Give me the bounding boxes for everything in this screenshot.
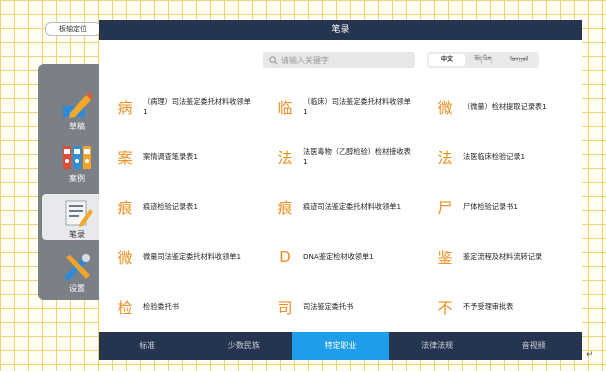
record-label: 不予受理审批表: [463, 302, 514, 311]
record-label: （微量）检材提取记录表1: [463, 102, 547, 111]
record-label: DNA鉴定检材收领单1: [303, 252, 374, 261]
record-glyph: 痕: [277, 198, 293, 217]
binders-icon: [63, 146, 91, 169]
record-item[interactable]: 法 法医毒物（乙醇检验）检材接收表1: [259, 132, 419, 182]
record-label: 法医临床检验记录1: [463, 152, 526, 161]
notes-icon: [65, 200, 93, 227]
record-label: 尸体检验记录书1: [463, 202, 518, 211]
record-item[interactable]: 痕 痕迹司法鉴定委托材料收领单1: [259, 182, 419, 232]
page-title: 笔录: [99, 20, 582, 40]
sidebar-item-label: 设置: [69, 284, 85, 293]
record-label: 案情调查笔录表1: [143, 152, 198, 161]
record-glyph: D: [279, 248, 291, 266]
record-glyph: 法: [437, 148, 453, 167]
bottom-tab-bar: 标准 少数民族 特定职业 法律法规 音视频: [99, 332, 582, 360]
record-label: 微量司法鉴定委托材料收领单1: [143, 252, 242, 261]
pencil-icon: [63, 92, 93, 118]
search-box[interactable]: [263, 52, 415, 68]
sidebar-item-label: 案例: [69, 174, 85, 183]
lang-mongolian[interactable]: ᠮᠣᠩᠭᠣᠯ: [501, 54, 537, 66]
record-glyph: 微: [437, 98, 453, 117]
record-glyph: 尸: [437, 198, 453, 217]
record-glyph: 临: [277, 98, 293, 117]
tab-laws-regulations[interactable]: 法律法规: [389, 332, 486, 360]
search-icon: [269, 55, 278, 64]
record-glyph: 法: [277, 148, 293, 167]
record-label: （临床）司法鉴定委托材料收领单1: [303, 97, 411, 116]
language-switch[interactable]: 中文 བོད་ཡིག ᠮᠣᠩᠭᠣᠯ: [427, 52, 539, 68]
tab-audio-video[interactable]: 音视频: [485, 332, 582, 360]
record-item[interactable]: 不 不予受理审批表: [419, 282, 579, 332]
tab-standard[interactable]: 标准: [99, 332, 196, 360]
record-glyph: 不: [437, 298, 453, 317]
record-glyph: 检: [117, 298, 133, 317]
record-glyph: 司: [277, 298, 293, 317]
top-left-button[interactable]: 板轴定位: [45, 22, 101, 36]
record-item[interactable]: D DNA鉴定检材收领单1: [259, 232, 419, 282]
record-item[interactable]: 病 （病理）司法鉴定委托材料收领单1: [99, 82, 259, 132]
record-glyph: 鉴: [437, 248, 453, 267]
record-item[interactable]: 痕 痕迹检验记录表1: [99, 182, 259, 232]
lang-tibetan[interactable]: བོད་ཡིག: [465, 54, 501, 66]
record-item[interactable]: 尸 尸体检验记录书1: [419, 182, 579, 232]
main-content: 中文 བོད་ཡིག ᠮᠣᠩᠭᠣᠯ 病 （病理）司法鉴定委托材料收领单1 临 （…: [99, 40, 582, 332]
tab-ethnic-minority[interactable]: 少数民族: [196, 332, 293, 360]
record-item[interactable]: 案 案情调查笔录表1: [99, 132, 259, 182]
record-item[interactable]: 司 司法鉴定委托书: [259, 282, 419, 332]
record-label: 司法鉴定委托书: [303, 302, 354, 311]
record-glyph: 病: [117, 98, 133, 117]
record-item[interactable]: 临 （临床）司法鉴定委托材料收领单1: [259, 82, 419, 132]
search-input[interactable]: [281, 55, 411, 65]
lang-chinese[interactable]: 中文: [429, 54, 465, 66]
record-label: 痕迹司法鉴定委托材料收领单1: [303, 202, 402, 211]
record-glyph: 案: [117, 148, 133, 167]
tools-icon: [64, 254, 90, 281]
record-label: （病理）司法鉴定委托材料收领单1: [143, 97, 251, 116]
record-label: 鉴定流程及材料流转记录: [463, 252, 543, 261]
record-label: 痕迹检验记录表1: [143, 202, 198, 211]
record-item[interactable]: 微 （微量）检材提取记录表1: [419, 82, 579, 132]
record-item[interactable]: 微 微量司法鉴定委托材料收领单1: [99, 232, 259, 282]
record-item[interactable]: 鉴 鉴定流程及材料流转记录: [419, 232, 579, 282]
record-label: 法医毒物（乙醇检验）检材接收表1: [303, 147, 411, 166]
tab-specific-occupation[interactable]: 特定职业: [292, 332, 389, 360]
sidebar-item-label: 笔录: [69, 230, 85, 239]
record-item[interactable]: 检 检验委托书: [99, 282, 259, 332]
record-glyph: 痕: [117, 198, 133, 217]
return-mark-icon: ↵: [586, 350, 594, 360]
record-glyph: 微: [117, 248, 133, 267]
record-label: 检验委托书: [143, 302, 179, 311]
record-item[interactable]: 法 法医临床检验记录1: [419, 132, 579, 182]
sidebar-item-label: 草稿: [69, 122, 85, 131]
